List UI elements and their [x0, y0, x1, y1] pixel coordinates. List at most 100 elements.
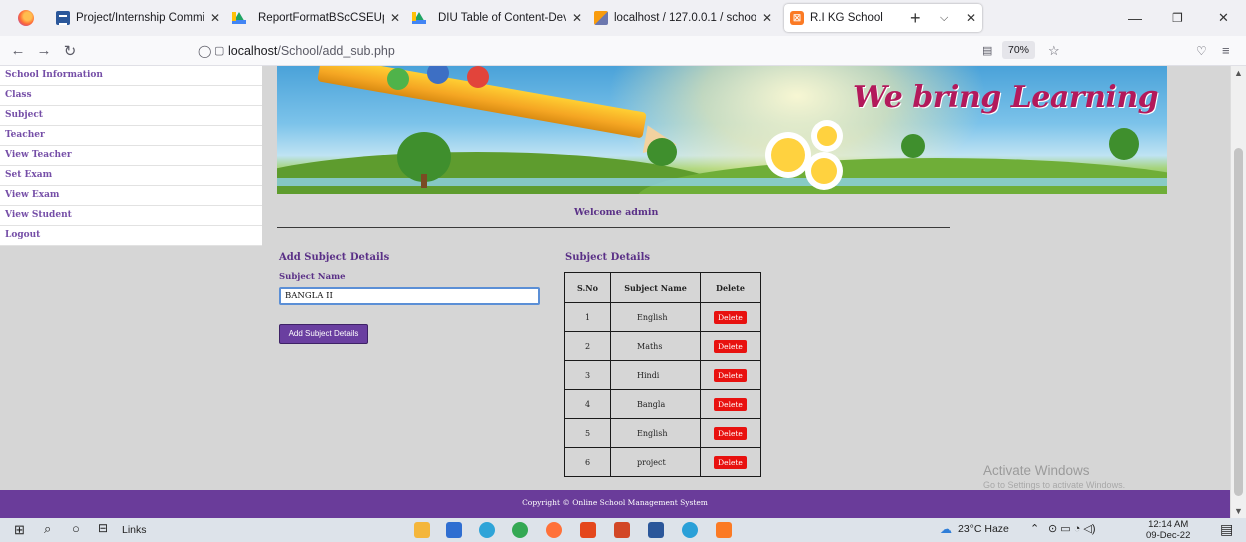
table-title: Subject Details: [565, 252, 651, 263]
tray-chevron-icon[interactable]: ⌃: [1030, 522, 1039, 535]
windows-start-icon[interactable]: ⊞: [14, 522, 25, 538]
tab-phpmyadmin[interactable]: localhost / 127.0.0.1 / school ✕: [588, 4, 778, 32]
navigation-bar: ← → ↻ ◯ ▢ localhost/School/add_sub.php ▤…: [0, 36, 1246, 66]
close-window-button[interactable]: ✕: [1218, 0, 1229, 36]
edge-icon[interactable]: [479, 522, 495, 538]
task-view-icon[interactable]: ⊟: [98, 521, 108, 535]
page-footer: Copyright © Online School Management Sys…: [0, 490, 1230, 518]
scroll-down-icon[interactable]: ▼: [1234, 506, 1243, 516]
xampp-icon: ☒: [790, 11, 804, 25]
page-icon: ▢: [214, 45, 225, 57]
page-scrollbar[interactable]: ▲ ▼: [1230, 66, 1246, 518]
search-icon[interactable]: ⌕: [44, 521, 51, 537]
close-tab-icon[interactable]: ✕: [390, 11, 400, 25]
header-banner: We bring Learning to Life: [277, 66, 1167, 194]
menu-icon[interactable]: ≡: [1222, 43, 1230, 58]
column-header-delete: Delete: [700, 272, 761, 303]
cortana-icon[interactable]: ○: [72, 521, 80, 536]
table-row: 4 Bangla Delete: [564, 389, 761, 419]
flower-illustration: [771, 138, 805, 172]
new-tab-button[interactable]: +: [910, 0, 921, 36]
activate-windows-watermark: Activate Windows Go to Settings to activ…: [983, 463, 1126, 490]
sidebar-item-view-exam[interactable]: View Exam: [0, 186, 262, 206]
table-header-row: S.No Subject Name Delete: [564, 272, 761, 303]
sheet-icon: [56, 11, 70, 25]
links-toolbar[interactable]: Links: [122, 524, 147, 536]
sidebar-item-view-teacher[interactable]: View Teacher: [0, 146, 262, 166]
divider: [277, 227, 950, 228]
sidebar-nav: School Information Class Subject Teacher…: [0, 66, 262, 246]
sidebar-item-set-exam[interactable]: Set Exam: [0, 166, 262, 186]
weather-icon: ☁: [940, 522, 952, 536]
tab-report-format[interactable]: ReportFormatBScCSEUpdate ✕: [226, 4, 406, 32]
table-row: 2 Maths Delete: [564, 331, 761, 361]
subject-name-label: Subject Name: [279, 272, 346, 282]
firefox-taskbar-icon[interactable]: [546, 522, 562, 538]
shield-icon[interactable]: ◯: [198, 44, 211, 58]
column-header-subject-name: Subject Name: [610, 272, 701, 303]
bookmark-star-icon[interactable]: ☆: [1048, 43, 1060, 59]
forward-icon[interactable]: →: [32, 42, 56, 59]
add-subject-button[interactable]: Add Subject Details: [279, 324, 368, 344]
url-field[interactable]: localhost/School/add_sub.php: [228, 44, 395, 58]
page-content: School Information Class Subject Teacher…: [0, 66, 1230, 518]
phpmyadmin-icon: [594, 11, 608, 25]
welcome-message: Welcome admin: [574, 207, 659, 218]
delete-button[interactable]: Delete: [714, 368, 747, 382]
sidebar-item-school-information[interactable]: School Information: [0, 66, 262, 86]
close-tab-icon[interactable]: ✕: [572, 11, 582, 25]
list-tabs-icon[interactable]: ⌵: [940, 0, 948, 36]
close-tab-icon[interactable]: ✕: [966, 11, 976, 25]
table-row: 3 Hindi Delete: [564, 360, 761, 390]
file-explorer-icon[interactable]: [414, 522, 430, 538]
sidebar-item-view-student[interactable]: View Student: [0, 206, 262, 226]
close-tab-icon[interactable]: ✕: [762, 11, 772, 25]
notification-icon[interactable]: ▤: [1220, 521, 1233, 538]
table-row: 1 English Delete: [564, 302, 761, 332]
delete-button[interactable]: Delete: [714, 339, 747, 353]
column-header-sno: S.No: [564, 272, 611, 303]
tab-ri-kg-school[interactable]: ☒ R.I KG School ✕: [784, 4, 982, 32]
zoom-level[interactable]: 70%: [1002, 41, 1036, 59]
delete-button[interactable]: Delete: [714, 397, 747, 411]
sidebar-item-logout[interactable]: Logout: [0, 226, 262, 246]
subject-name-input[interactable]: BANGLA II: [279, 287, 540, 305]
delete-button[interactable]: Delete: [714, 426, 747, 440]
xampp-taskbar-icon[interactable]: [716, 522, 732, 538]
word-icon[interactable]: [648, 522, 664, 538]
system-tray-icons[interactable]: ⊙ ▭ ◔ ◁): [1048, 522, 1096, 535]
telegram-icon[interactable]: [682, 522, 698, 538]
chrome-icon[interactable]: [512, 522, 528, 538]
delete-button[interactable]: Delete: [714, 455, 747, 469]
windows-taskbar: ⊞ ⌕ ○ ⊟ Links ☁ 23°C Haze ⌃ ⊙ ▭ ◔ ◁) 12:…: [0, 518, 1246, 542]
scroll-up-icon[interactable]: ▲: [1234, 68, 1243, 78]
sidebar-item-class[interactable]: Class: [0, 86, 262, 106]
browser-tab-bar: Project/Internship Committe ✕ ReportForm…: [0, 0, 1246, 36]
weather-text[interactable]: 23°C Haze: [958, 523, 1009, 535]
subject-table: S.No Subject Name Delete 1 English Delet…: [564, 272, 761, 477]
drive-icon: [412, 12, 426, 24]
store-icon[interactable]: [446, 522, 462, 538]
delete-button[interactable]: Delete: [714, 310, 747, 324]
minimize-button[interactable]: —: [1128, 0, 1142, 36]
close-tab-icon[interactable]: ✕: [210, 11, 220, 25]
back-icon[interactable]: ←: [6, 42, 30, 59]
form-title: Add Subject Details: [279, 252, 390, 263]
clock[interactable]: 12:14 AM 09-Dec-22: [1146, 519, 1190, 541]
powerpoint-icon[interactable]: [614, 522, 630, 538]
tab-project-internship[interactable]: Project/Internship Committe ✕: [50, 4, 226, 32]
firefox-icon: [18, 10, 34, 26]
tab-diu-table[interactable]: DIU Table of Content-Develop ✕: [406, 4, 588, 32]
banner-tagline: We bring Learning to Life: [853, 80, 1167, 115]
scrollbar-thumb[interactable]: [1234, 148, 1243, 496]
restore-button[interactable]: ❐: [1172, 0, 1183, 36]
table-row: 5 English Delete: [564, 418, 761, 448]
reader-view-icon[interactable]: ▤: [982, 44, 992, 57]
pocket-icon[interactable]: ♡: [1196, 44, 1207, 58]
sidebar-item-subject[interactable]: Subject: [0, 106, 262, 126]
drive-icon: [232, 12, 246, 24]
sidebar-item-teacher[interactable]: Teacher: [0, 126, 262, 146]
reload-icon[interactable]: ↻: [58, 42, 82, 60]
office-icon[interactable]: [580, 522, 596, 538]
table-row: 6 project Delete: [564, 447, 761, 477]
